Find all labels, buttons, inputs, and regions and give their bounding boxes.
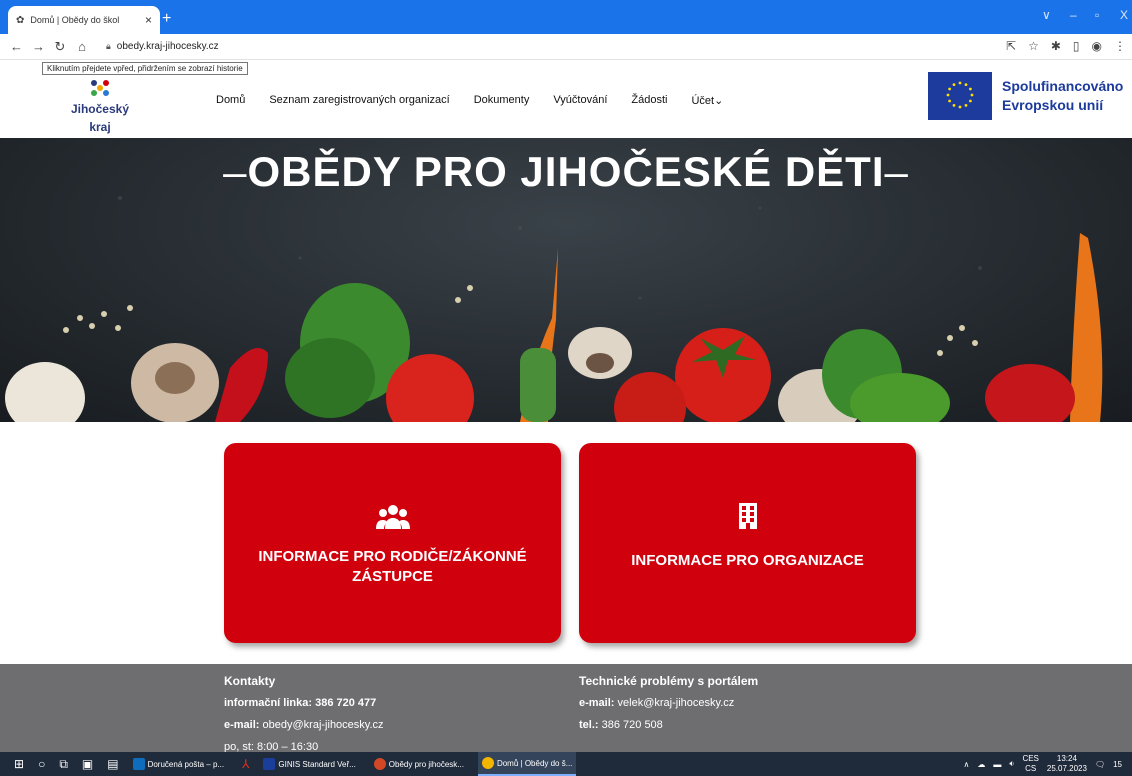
menu-dots-icon[interactable]: ⋮ [1114,39,1126,53]
browser-tabbar: ✿ Domů | Obědy do škol × + ∨ – ▫ X [0,0,1132,34]
pdf-icon[interactable]: ⅄ [242,757,249,771]
search-icon[interactable]: ○ [38,757,45,771]
site-footer: Kontakty informační linka: 386 720 477 e… [0,664,1132,752]
browser-tab[interactable]: ✿ Domů | Obědy do škol × [8,6,160,34]
nav-item-requests[interactable]: Žádosti [631,94,667,107]
taskbar-app-chrome[interactable]: Domů | Obědy do š... [477,752,577,776]
task-view-icon[interactable]: ⧉ [59,757,68,772]
tab-title: Domů | Obědy do škol [30,15,120,25]
hero-title: –OBĚDY PRO JIHOČESKÉ DĚTI– [223,148,909,195]
contacts-heading: Kontakty [224,674,276,688]
organizations-card-label: INFORMACE PRO ORGANIZACE [631,552,864,569]
forward-arrow-icon[interactable]: → [32,39,45,54]
ginis-icon [263,758,276,770]
tech-phone: tel.: 386 720 508 [579,719,663,731]
url-input[interactable]: obedy.kraj-jihocesky.cz [117,41,219,52]
powerpoint-icon [373,758,386,770]
building-icon [579,503,916,529]
nav-item-documents[interactable]: Dokumenty [474,94,530,107]
tab-search-icon[interactable]: ∨ [1042,8,1051,22]
volume-icon[interactable]: 🔉︎ [1009,759,1014,769]
nav-item-home[interactable]: Domů [216,94,245,107]
onedrive-icon[interactable]: ☁ [977,760,985,769]
home-icon[interactable]: ⌂ [76,39,88,54]
taskbar-app-ginis[interactable]: GINIS Standard Veř... [259,752,359,776]
forward-tooltip: Kliknutím přejdete vpřed, přidržením se … [42,62,248,75]
eu-flag-icon [928,72,992,120]
hero-banner: –OBĚDY PRO JIHOČESKÉ DĚTI– [0,138,1132,422]
tray-chevron-icon[interactable]: ∧ [964,760,970,769]
notification-icon[interactable]: 🗨︎ [1095,760,1105,769]
site-favicon-icon: ✿ [16,14,25,26]
lock-icon[interactable]: 🔒︎ [106,41,111,52]
browser-toolbar-icons: ⇱ ☆ ✱ ▯ ◉ ⋮ [1006,39,1126,53]
profile-icon[interactable]: ◉ [1092,39,1102,53]
extensions-icon[interactable]: ✱ [1051,39,1061,53]
organizations-info-card[interactable]: INFORMACE PRO ORGANIZACE [579,443,916,643]
minimize-button[interactable]: – [1070,8,1077,22]
store-icon[interactable]: ▣ [82,757,93,771]
users-icon [224,503,561,531]
taskbar-app-powerpoint[interactable]: Obědy pro jihočesk... [370,752,468,776]
new-tab-button[interactable]: + [162,10,171,28]
network-icon[interactable]: ▬ [993,760,1001,769]
notification-count: 15 [1113,759,1122,769]
reload-icon[interactable]: ↻ [54,39,66,55]
tab-close-icon[interactable]: × [145,13,152,27]
address-bar: ← → ↻ ⌂ 🔒︎ obedy.kraj-jihocesky.cz ⇱ ☆ ✱… [0,34,1132,60]
clock[interactable]: 13:24 25.07.2023 [1047,754,1087,774]
system-tray: ∧ ☁ ▬ 🔉︎ CES CS 13:24 25.07.2023 🗨︎ 15 [964,754,1122,774]
windows-start-icon[interactable]: ⊞ [14,757,24,771]
tech-heading: Technické problémy s portálem [579,674,759,688]
nav-item-billing[interactable]: Vyúčtování [553,94,607,107]
share-icon[interactable]: ⇱ [1006,39,1016,53]
taskbar-app-outlook[interactable]: Doručená pošta – p... [129,752,229,776]
region-logo-icon [91,80,109,96]
nav-item-organizations[interactable]: Seznam zaregistrovaných organizací [269,94,449,107]
windows-taskbar: ⊞ ○ ⧉ ▣ ▤ Doručená pošta – p... ⅄ GINIS … [0,752,1132,776]
eu-cofunded-text: Spolufinancováno Evropskou unií [1002,78,1124,113]
file-explorer-icon[interactable]: ▤ [107,757,118,771]
close-window-button[interactable]: X [1120,8,1128,22]
back-arrow-icon[interactable]: ← [10,39,23,54]
nav-item-account[interactable]: Účet⌄ [691,94,723,107]
logo-text: Jihočeský kraj [70,102,130,134]
office-hours: po, st: 8:00 – 16:30 [224,741,319,752]
bookmark-star-icon[interactable]: ☆ [1028,39,1039,53]
main-nav: Domů Seznam zaregistrovaných organizací … [216,94,723,107]
side-panel-icon[interactable]: ▯ [1073,39,1080,53]
language-indicator[interactable]: CES CS [1022,754,1038,774]
footer-contacts: Kontakty informační linka: 386 720 477 e… [224,670,384,752]
info-line: informační linka: 386 720 477 [224,697,377,709]
parents-info-card[interactable]: INFORMACE PRO RODIČE/ZÁKONNÉ ZÁSTUPCE [224,443,561,643]
tech-email: e-mail: velek@kraj-jihocesky.cz [579,697,735,709]
outlook-icon [132,758,145,770]
maximize-button[interactable]: ▫ [1095,8,1099,22]
contact-email: e-mail: obedy@kraj-jihocesky.cz [224,719,384,731]
chrome-icon [481,757,494,769]
parents-card-label: INFORMACE PRO RODIČE/ZÁKONNÉ ZÁSTUPCE [258,548,527,585]
site-logo[interactable]: Jihočeský kraj [60,78,140,136]
footer-tech-support: Technické problémy s portálem e-mail: ve… [579,670,758,736]
